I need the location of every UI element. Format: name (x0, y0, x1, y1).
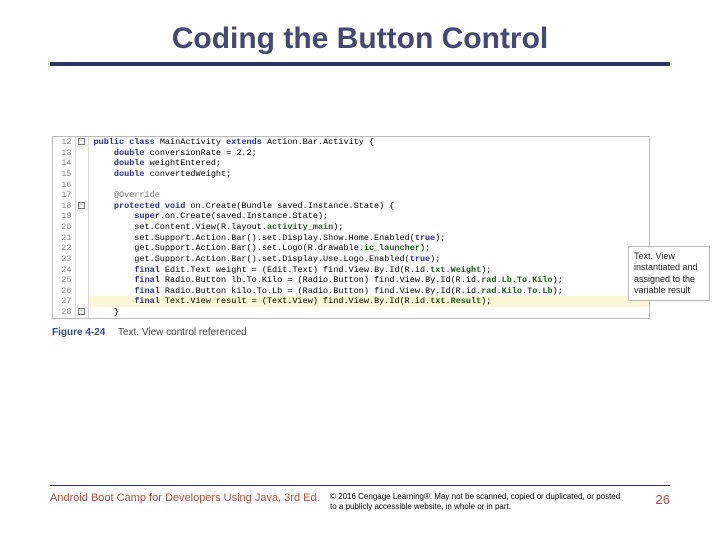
line-number: 21 (53, 233, 75, 244)
fold-gutter (75, 169, 88, 180)
line-number: 23 (53, 254, 75, 265)
figure-caption: Figure 4-24 Text. View control reference… (52, 327, 650, 338)
code-text: final Edit.Text weight = (Edit.Text) fin… (88, 265, 649, 276)
code-text: @Override (88, 190, 649, 201)
line-number: 25 (53, 275, 75, 286)
code-figure: 12-public class MainActivity extends Act… (52, 136, 650, 338)
code-line: 12-public class MainActivity extends Act… (53, 137, 649, 148)
page-number: 26 (640, 492, 670, 507)
figure-caption-text: Text. View control referenced (118, 327, 247, 338)
line-number: 20 (53, 222, 75, 233)
code-line: 14 double weightEntered; (53, 158, 649, 169)
code-text: final Radio.Button kilo.To.Lb = (Radio.B… (88, 286, 649, 297)
line-number: 17 (53, 190, 75, 201)
code-line: 17 @Override (53, 190, 649, 201)
code-editor: 12-public class MainActivity extends Act… (52, 136, 650, 319)
line-number: 26 (53, 286, 75, 297)
line-number: 27 (53, 296, 75, 307)
code-text (88, 180, 649, 191)
code-text: final Text.View result = (Text.View) fin… (88, 296, 649, 307)
code-text: set.Content.View(R.layout.activity_main)… (88, 222, 649, 233)
code-text: set.Support.Action.Bar().set.Display.Sho… (88, 233, 649, 244)
code-text: get.Support.Action.Bar().set.Logo(R.draw… (88, 243, 649, 254)
code-line: 20 set.Content.View(R.layout.activity_ma… (53, 222, 649, 233)
code-line: 23 get.Support.Action.Bar().set.Display.… (53, 254, 649, 265)
fold-gutter (75, 265, 88, 276)
fold-gutter: - (75, 137, 88, 148)
line-number: 14 (53, 158, 75, 169)
code-line: 25 final Radio.Button lb.To.Kilo = (Radi… (53, 275, 649, 286)
fold-gutter: - (75, 307, 88, 318)
code-line: 28- } (53, 307, 649, 318)
fold-gutter (75, 148, 88, 159)
copyright-text: © 2016 Cengage Learning®. May not be sca… (330, 492, 640, 512)
fold-gutter (75, 158, 88, 169)
fold-gutter (75, 275, 88, 286)
code-text: super.on.Create(saved.Instance.State); (88, 211, 649, 222)
code-text: double weightEntered; (88, 158, 649, 169)
code-line: 19 super.on.Create(saved.Instance.State)… (53, 211, 649, 222)
line-number: 18 (53, 201, 75, 212)
code-line: 22 get.Support.Action.Bar().set.Logo(R.d… (53, 243, 649, 254)
slide-footer: Android Boot Camp for Developers Using J… (50, 485, 670, 512)
fold-gutter (75, 211, 88, 222)
code-lines: 12-public class MainActivity extends Act… (53, 137, 649, 318)
fold-gutter (75, 222, 88, 233)
line-number: 24 (53, 265, 75, 276)
figure-number: Figure 4-24 (52, 327, 105, 338)
line-number: 15 (53, 169, 75, 180)
fold-gutter (75, 286, 88, 297)
line-number: 16 (53, 180, 75, 191)
callout-box: Text. View instantiated and assigned to … (628, 246, 710, 301)
code-text: get.Support.Action.Bar().set.Display.Use… (88, 254, 649, 265)
code-line: 18- protected void on.Create(Bundle save… (53, 201, 649, 212)
line-number: 13 (53, 148, 75, 159)
fold-gutter (75, 233, 88, 244)
line-number: 22 (53, 243, 75, 254)
code-line: 24 final Edit.Text weight = (Edit.Text) … (53, 265, 649, 276)
code-line: 13 double conversionRate = 2.2; (53, 148, 649, 159)
code-text: public class MainActivity extends Action… (88, 137, 649, 148)
line-number: 19 (53, 211, 75, 222)
fold-gutter (75, 254, 88, 265)
code-line: 15 double convertedWeight; (53, 169, 649, 180)
fold-gutter (75, 180, 88, 191)
code-line: 16 (53, 180, 649, 191)
code-text: double convertedWeight; (88, 169, 649, 180)
code-text: protected void on.Create(Bundle saved.In… (88, 201, 649, 212)
code-text: } (88, 307, 649, 318)
code-text: final Radio.Button lb.To.Kilo = (Radio.B… (88, 275, 649, 286)
code-line: 21 set.Support.Action.Bar().set.Display.… (53, 233, 649, 244)
fold-gutter: - (75, 201, 88, 212)
line-number: 28 (53, 307, 75, 318)
page-title: Coding the Button Control (50, 22, 670, 66)
code-line: 27 final Text.View result = (Text.View) … (53, 296, 649, 307)
fold-gutter (75, 243, 88, 254)
code-line: 26 final Radio.Button kilo.To.Lb = (Radi… (53, 286, 649, 297)
book-title: Android Boot Camp for Developers Using J… (50, 492, 330, 504)
code-text: double conversionRate = 2.2; (88, 148, 649, 159)
fold-gutter (75, 296, 88, 307)
fold-gutter (75, 190, 88, 201)
line-number: 12 (53, 137, 75, 148)
